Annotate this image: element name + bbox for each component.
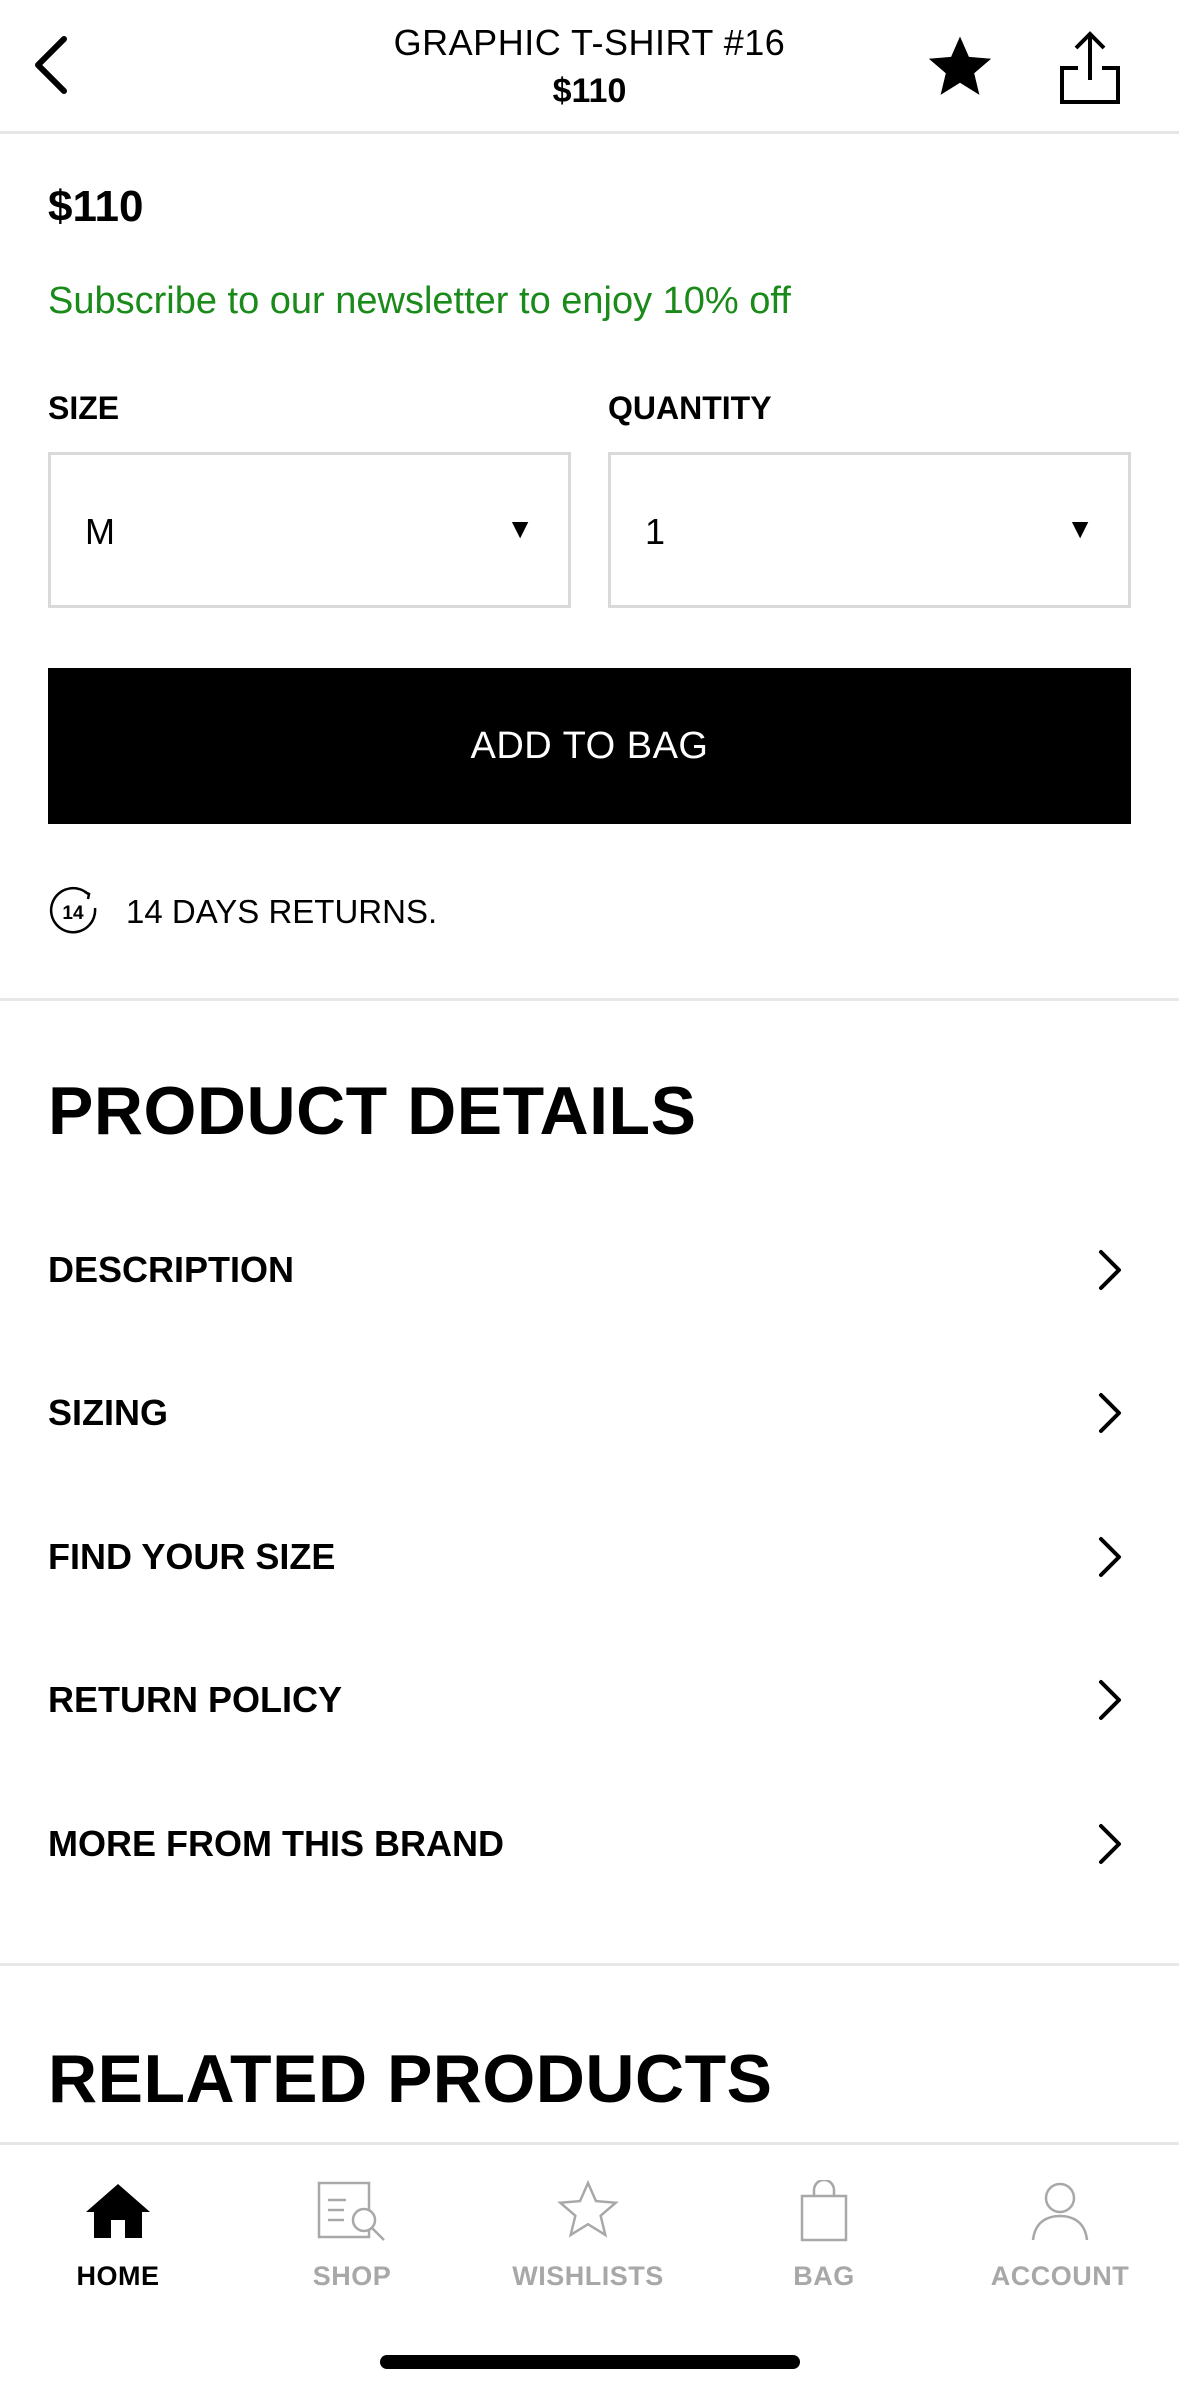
tab-bag[interactable]: BAG (724, 2175, 924, 2305)
chevron-right-icon (1090, 1383, 1130, 1443)
size-label: SIZE (48, 390, 120, 426)
star-outline-icon (548, 2175, 628, 2247)
star-icon (928, 36, 992, 95)
quantity-value: 1 (645, 511, 666, 552)
svg-text:14: 14 (62, 903, 84, 924)
detail-row-find-your-size[interactable]: FIND YOUR SIZE (0, 1485, 1179, 1628)
product-price: $110 (48, 182, 144, 231)
chevron-right-icon (1090, 1670, 1130, 1730)
tab-label: HOME (76, 2261, 160, 2291)
section-divider (0, 1963, 1179, 1966)
returns-14-days-icon: 14 (48, 886, 100, 938)
product-page: GRAPHIC T-SHIRT #16 $110 $110 Subscribe … (0, 0, 1179, 2396)
chevron-right-icon (1090, 1814, 1130, 1874)
dropdown-arrow-icon: ▼ (506, 513, 534, 544)
detail-row-label: MORE FROM THIS BRAND (48, 1822, 504, 1864)
account-icon (1020, 2175, 1100, 2247)
tab-shop[interactable]: SHOP (252, 2175, 452, 2305)
dropdown-arrow-icon: ▼ (1066, 513, 1094, 544)
detail-row-label: RETURN POLICY (48, 1678, 343, 1720)
tab-label: SHOP (312, 2261, 392, 2291)
share-icon (1060, 31, 1120, 104)
tab-label: ACCOUNT (990, 2261, 1130, 2291)
tab-label: WISHLISTS (512, 2261, 664, 2291)
detail-row-return-policy[interactable]: RETURN POLICY (0, 1628, 1179, 1771)
returns-info: 14 14 DAYS RETURNS. (48, 884, 437, 940)
product-details-title: PRODUCT DETAILS (48, 1073, 697, 1149)
tab-wishlists[interactable]: WISHLISTS (488, 2175, 688, 2305)
shop-search-icon (312, 2175, 392, 2247)
share-button[interactable] (1050, 26, 1130, 110)
detail-row-sizing[interactable]: SIZING (0, 1341, 1179, 1484)
chevron-right-icon (1090, 1527, 1130, 1587)
top-nav-bar: GRAPHIC T-SHIRT #16 $110 (0, 0, 1179, 134)
add-to-bag-button[interactable]: ADD TO BAG (48, 668, 1131, 824)
favorite-button[interactable] (918, 28, 1002, 108)
tab-account[interactable]: ACCOUNT (960, 2175, 1160, 2305)
home-indicator[interactable] (380, 2355, 800, 2369)
tab-label: BAG (793, 2261, 855, 2291)
quantity-select[interactable]: 1 ▼ (608, 452, 1131, 608)
size-value: M (85, 511, 115, 552)
header-title: GRAPHIC T-SHIRT #16 (393, 22, 786, 63)
chevron-right-icon (1090, 1240, 1130, 1300)
quantity-label: QUANTITY (608, 390, 772, 426)
section-divider (0, 998, 1179, 1001)
detail-row-description[interactable]: DESCRIPTION (0, 1198, 1179, 1341)
home-icon (78, 2175, 158, 2247)
related-products-title: RELATED PRODUCTS (48, 2041, 773, 2117)
detail-row-label: FIND YOUR SIZE (48, 1535, 336, 1577)
returns-text: 14 DAYS RETURNS. (126, 893, 438, 930)
bag-icon (784, 2175, 864, 2247)
size-select[interactable]: M ▼ (48, 452, 571, 608)
detail-row-more-from-brand[interactable]: MORE FROM THIS BRAND (0, 1772, 1179, 1915)
newsletter-promo-text[interactable]: Subscribe to our newsletter to enjoy 10%… (48, 280, 791, 323)
header-price: $110 (552, 72, 627, 110)
detail-row-label: SIZING (48, 1391, 169, 1433)
detail-row-label: DESCRIPTION (48, 1248, 295, 1290)
tab-home[interactable]: HOME (18, 2175, 218, 2305)
